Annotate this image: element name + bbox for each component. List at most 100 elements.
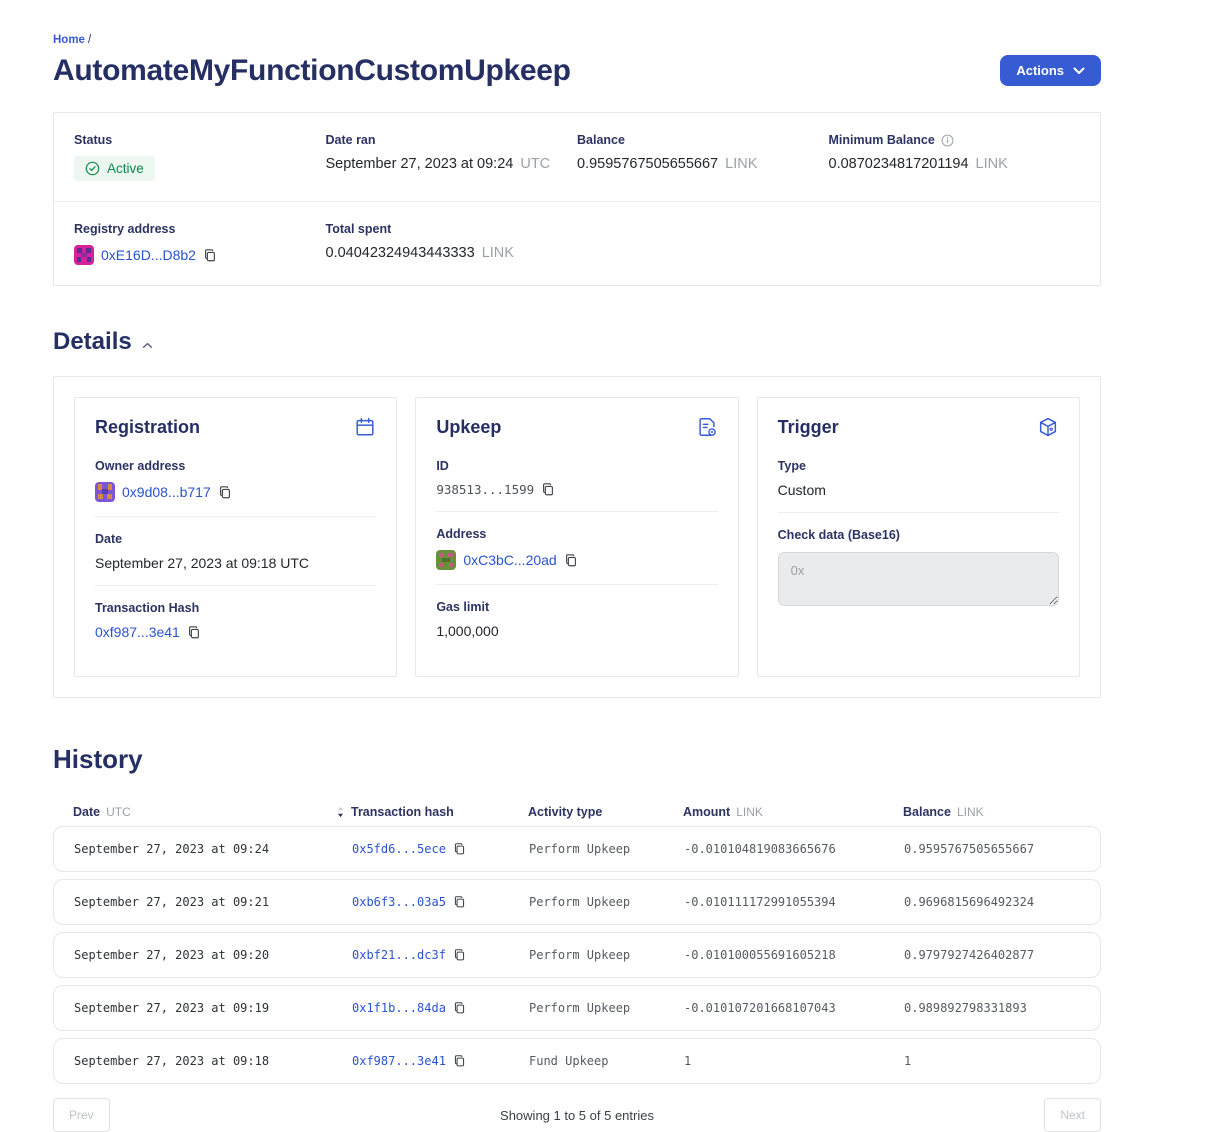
breadcrumb-home-link[interactable]: Home [53,34,85,46]
copy-icon[interactable] [541,482,555,497]
summary-row-bottom: Registry address 0xE16D...D8b2 Total spe… [54,222,1100,265]
row-tx-link[interactable]: 0x5fd6...5ece [352,842,446,856]
column-header-tx: Transaction hash [351,805,528,819]
row-balance: 1 [904,1054,1080,1068]
check-data-field: Check data (Base16) [778,512,1059,625]
table-row: September 27, 2023 at 09:21 0xb6f3...03a… [53,879,1101,925]
history-heading: History [53,744,1101,775]
column-header-activity: Activity type [528,805,683,819]
total-spent-field: Total spent 0.04042324943443333LINK [326,222,578,265]
row-activity: Fund Upkeep [529,1054,684,1068]
trigger-type-label: Type [778,459,1059,473]
trigger-type-field: Type Custom [778,444,1059,512]
row-balance: 0.9696815696492324 [904,895,1080,909]
status-badge-text: Active [107,161,144,176]
row-balance: 0.9595767505655667 [904,842,1080,856]
registration-card: Registration Owner address 0x9d08...b717 [74,397,397,677]
registry-field: Registry address 0xE16D...D8b2 [74,222,326,265]
upkeep-address-label: Address [436,527,717,541]
status-badge: Active [74,156,155,181]
header-left: Home/ AutomateMyFunctionCustomUpkeep [53,34,571,88]
registration-date-label: Date [95,532,376,546]
check-data-input[interactable] [778,552,1059,606]
registry-label: Registry address [74,222,326,236]
copy-icon[interactable] [187,625,201,640]
sort-desc-icon[interactable] [336,806,345,818]
balance-unit: LINK [725,156,757,172]
registry-identicon [74,245,94,265]
upkeep-title: Upkeep [436,417,501,438]
balance-label: Balance [577,133,829,147]
min-balance-label: Minimum Balance [829,133,935,147]
trigger-card: Trigger Type Custom Check data (Base16) [757,397,1080,677]
upkeep-id-field: ID 938513...1599 [436,444,717,511]
min-balance-field: Minimum Balance 0.0870234817201194LINK [829,133,1081,181]
transaction-hash-link[interactable]: 0xf987...3e41 [95,624,180,640]
total-spent-value: 0.04042324943443333 [326,245,475,261]
next-button[interactable]: Next [1044,1098,1101,1132]
page-title: AutomateMyFunctionCustomUpkeep [53,54,571,88]
copy-icon[interactable] [564,553,578,568]
row-balance: 0.9797927426402877 [904,948,1080,962]
trigger-title: Trigger [778,417,839,438]
trigger-type-value: Custom [778,482,826,498]
details-heading: Details [53,328,132,356]
copy-icon[interactable] [453,842,466,856]
date-ran-utc: UTC [520,156,550,172]
date-ran-value: September 27, 2023 at 09:24 [326,156,514,172]
copy-icon[interactable] [203,248,217,263]
chevron-up-icon[interactable] [142,342,153,349]
column-header-date[interactable]: Date UTC [73,805,351,819]
table-row: September 27, 2023 at 09:20 0xbf21...dc3… [53,932,1101,978]
min-balance-unit: LINK [976,156,1008,172]
actions-button[interactable]: Actions [1000,55,1101,86]
registration-date-field: Date September 27, 2023 at 09:18 UTC [95,516,376,585]
copy-icon[interactable] [453,895,466,909]
copy-icon[interactable] [453,948,466,962]
registry-address-link[interactable]: 0xE16D...D8b2 [101,247,196,263]
table-row: September 27, 2023 at 09:24 0x5fd6...5ec… [53,826,1101,872]
row-date: September 27, 2023 at 09:18 [74,1054,352,1068]
status-label: Status [74,133,326,147]
row-tx-link[interactable]: 0xf987...3e41 [352,1054,446,1068]
row-amount: -0.010100055691605218 [684,948,904,962]
amount-column-label: Amount [683,805,730,819]
copy-icon[interactable] [453,1054,466,1068]
row-activity: Perform Upkeep [529,948,684,962]
owner-identicon [95,482,115,502]
upkeep-card: Upkeep ID 938513...1599 Address [415,397,738,677]
row-date: September 27, 2023 at 09:24 [74,842,352,856]
upkeep-address-link[interactable]: 0xC3bC...20ad [463,552,556,568]
copy-icon[interactable] [218,485,232,500]
chevron-down-icon [1073,67,1085,75]
upkeep-id-label: ID [436,459,717,473]
copy-icon[interactable] [453,1001,466,1015]
breadcrumb-separator: / [88,34,91,46]
balance-value: 0.9595767505655667 [577,156,718,172]
upkeep-id-value: 938513...1599 [436,482,534,497]
details-section-head: Details [53,328,1101,356]
owner-address-link[interactable]: 0x9d08...b717 [122,484,211,500]
amount-column-unit: LINK [736,805,763,819]
row-amount: -0.010111172991055394 [684,895,904,909]
page-header: Home/ AutomateMyFunctionCustomUpkeep Act… [53,34,1101,88]
row-date: September 27, 2023 at 09:19 [74,1001,352,1015]
info-icon[interactable] [941,134,954,147]
breadcrumb: Home/ [53,34,571,46]
summary-row-top: Status Active Date ran September 27, 202… [54,133,1100,181]
column-header-amount: Amount LINK [683,805,903,819]
pagination: Prev Showing 1 to 5 of 5 entries Next [53,1098,1101,1132]
date-column-unit: UTC [106,805,131,819]
column-header-balance: Balance LINK [903,805,1081,819]
row-amount: -0.010107201668107043 [684,1001,904,1015]
owner-address-field: Owner address 0x9d08...b717 [95,444,376,516]
row-tx-link[interactable]: 0xb6f3...03a5 [352,895,446,909]
row-tx-link[interactable]: 0x1f1b...84da [352,1001,446,1015]
balance-column-label: Balance [903,805,951,819]
row-tx-link[interactable]: 0xbf21...dc3f [352,948,446,962]
summary-divider [54,201,1100,202]
prev-button[interactable]: Prev [53,1098,110,1132]
table-row: September 27, 2023 at 09:18 0xf987...3e4… [53,1038,1101,1084]
check-data-label: Check data (Base16) [778,528,1059,542]
details-panel: Registration Owner address 0x9d08...b717 [53,376,1101,698]
